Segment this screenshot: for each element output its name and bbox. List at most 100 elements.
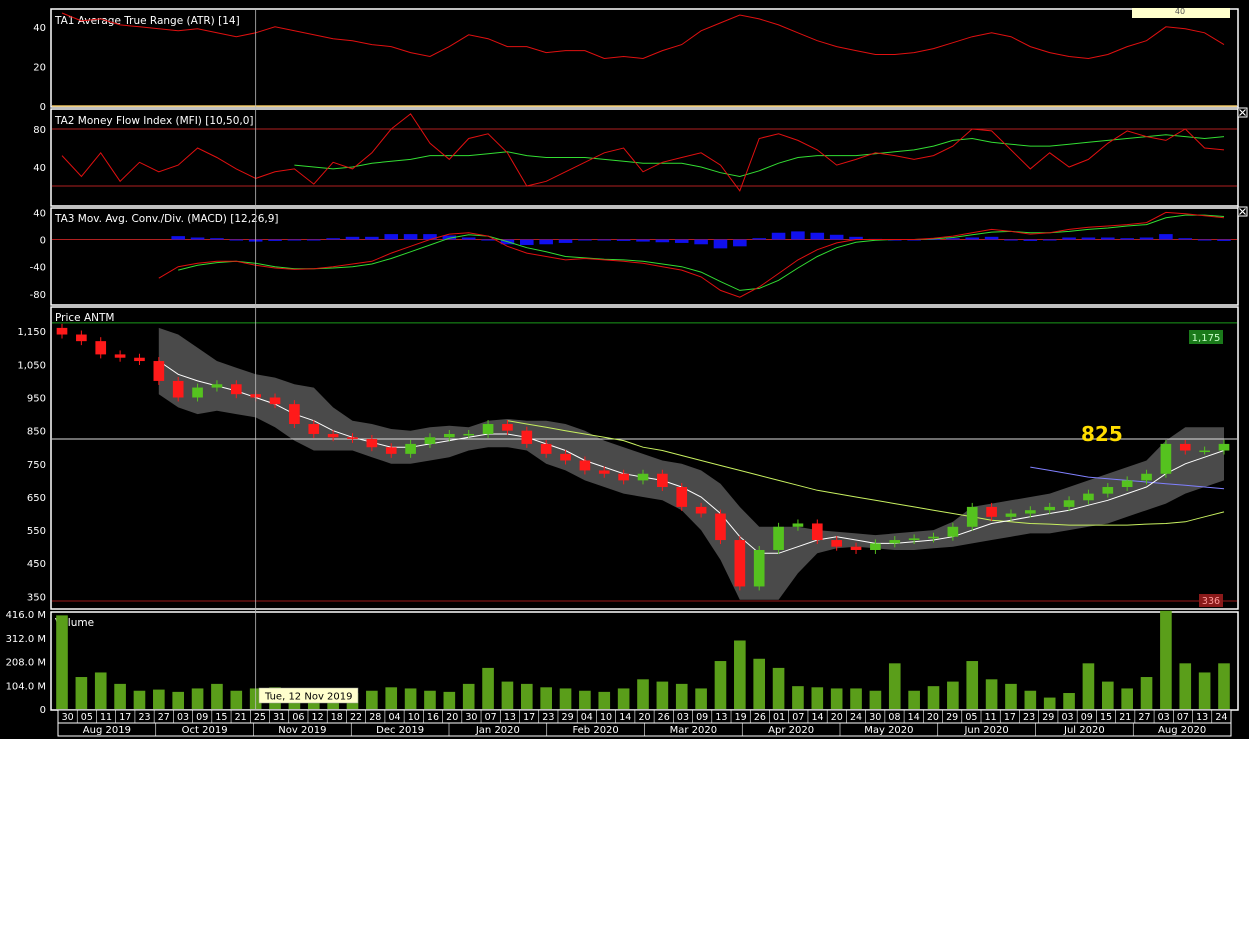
volume-axis-tick: 0: [40, 705, 46, 716]
price-candle: [521, 430, 533, 444]
day-tick-label: 06: [292, 712, 304, 723]
macd-histogram-bar: [229, 239, 244, 241]
day-tick-label: 11: [985, 712, 997, 723]
price-candle: [211, 384, 223, 388]
month-tick-label: Aug 2020: [1158, 725, 1206, 736]
volume-bar: [927, 686, 940, 709]
crosshair-date-tooltip: Tue, 12 Nov 2019: [258, 687, 359, 704]
volume-bar: [191, 688, 204, 709]
day-tick-label: 16: [427, 712, 439, 723]
price-axis-tick: 750: [27, 460, 46, 471]
price-candle: [560, 453, 571, 461]
price-candle: [405, 443, 416, 454]
month-tick-label: Oct 2019: [182, 725, 228, 736]
macd-histogram-bar: [674, 239, 689, 243]
price-candle: [734, 540, 746, 587]
macd-histogram-bar: [1081, 237, 1096, 240]
volume-bar: [1082, 663, 1095, 709]
day-tick-label: 24: [1215, 712, 1227, 723]
macd-histogram-bar: [345, 236, 360, 240]
volume-bar: [617, 688, 630, 709]
day-tick-label: 29: [1042, 712, 1054, 723]
close-mfi-panel-icon[interactable]: [1237, 107, 1248, 118]
macd-histogram-bar: [190, 237, 205, 240]
volume-bar: [1101, 681, 1114, 709]
price-candle: [928, 536, 939, 539]
price-candle: [308, 424, 320, 434]
macd-histogram-bar: [733, 239, 747, 247]
volume-bar: [966, 661, 979, 709]
crosshair-date-text: Tue, 12 Nov 2019: [264, 692, 353, 703]
volume-bar: [656, 681, 669, 709]
macd-histogram-bar: [384, 234, 399, 240]
macd-histogram-bar: [461, 237, 476, 240]
day-tick-label: 13: [1196, 712, 1208, 723]
close-macd-panel-icon[interactable]: [1237, 206, 1248, 217]
volume-bar: [230, 690, 243, 709]
macd-histogram-bar: [1178, 238, 1193, 240]
day-tick-label: 03: [677, 712, 689, 723]
volume-bar: [1140, 677, 1153, 709]
price-candle: [889, 540, 901, 544]
macd-histogram-bar: [984, 236, 999, 240]
price-candle: [269, 397, 281, 405]
price-candle: [385, 447, 397, 454]
volume-bar: [366, 690, 378, 709]
volume-bar: [1121, 688, 1133, 709]
day-tick-label: 07: [792, 712, 804, 723]
price-candle: [444, 433, 455, 438]
volume-bar: [1198, 672, 1211, 709]
macd-histogram-bar: [829, 234, 844, 240]
price-candle: [966, 506, 978, 527]
day-tick-label: 15: [1100, 712, 1112, 723]
day-tick-label: 09: [196, 712, 208, 723]
price-candle: [327, 433, 339, 438]
day-tick-label: 03: [177, 712, 189, 723]
volume-bar: [482, 667, 494, 709]
day-tick-label: 04: [388, 712, 400, 723]
price-candle: [95, 341, 107, 355]
macd-histogram-bar: [1217, 239, 1231, 241]
volume-bar: [385, 687, 398, 709]
price-candle: [424, 437, 436, 444]
day-tick-label: 08: [888, 712, 900, 723]
price-candle: [1141, 473, 1152, 481]
macd-histogram-bar: [713, 239, 728, 249]
price-candle: [114, 354, 126, 358]
volume-bar: [520, 683, 533, 709]
macd-histogram-bar: [1042, 239, 1057, 241]
price-candle: [715, 513, 726, 541]
mfi-axis-tick: 40: [33, 163, 46, 174]
month-tick-label: Nov 2019: [278, 725, 326, 736]
price-candle: [1044, 506, 1056, 511]
volume-bar: [714, 661, 727, 709]
price-axis-tick: 1,150: [17, 327, 46, 338]
volume-axis-tick: 104.0 M: [6, 681, 46, 692]
price-candle: [676, 487, 688, 507]
macd-histogram-bar: [210, 238, 224, 240]
month-tick-label: Aug 2019: [83, 725, 131, 736]
volume-bar: [133, 690, 146, 709]
macd-axis-tick: -40: [30, 263, 46, 274]
atr-axis-tick: 40: [33, 23, 46, 34]
day-tick-label: 24: [850, 712, 862, 723]
macd-histogram-bar: [268, 239, 282, 241]
volume-bar: [772, 667, 785, 709]
day-tick-label: 30: [62, 712, 74, 723]
price-candle: [134, 357, 145, 362]
macd-axis-tick: 40: [33, 208, 46, 219]
price-candle: [1025, 510, 1036, 514]
price-candle: [753, 549, 765, 587]
volume-bar: [172, 691, 185, 709]
mfi-axis-tick: 80: [33, 125, 46, 136]
macd-histogram-bar: [1062, 237, 1076, 240]
volume-bar: [695, 688, 707, 709]
price-candle: [153, 361, 165, 381]
macd-histogram-bar: [365, 236, 379, 240]
day-tick-label: 15: [215, 712, 227, 723]
day-tick-label: 03: [1062, 712, 1074, 723]
price-axis-tick: 650: [27, 493, 46, 504]
bollinger-band-area: [158, 327, 1224, 600]
price-candle: [482, 424, 494, 434]
day-tick-label: 05: [965, 712, 977, 723]
